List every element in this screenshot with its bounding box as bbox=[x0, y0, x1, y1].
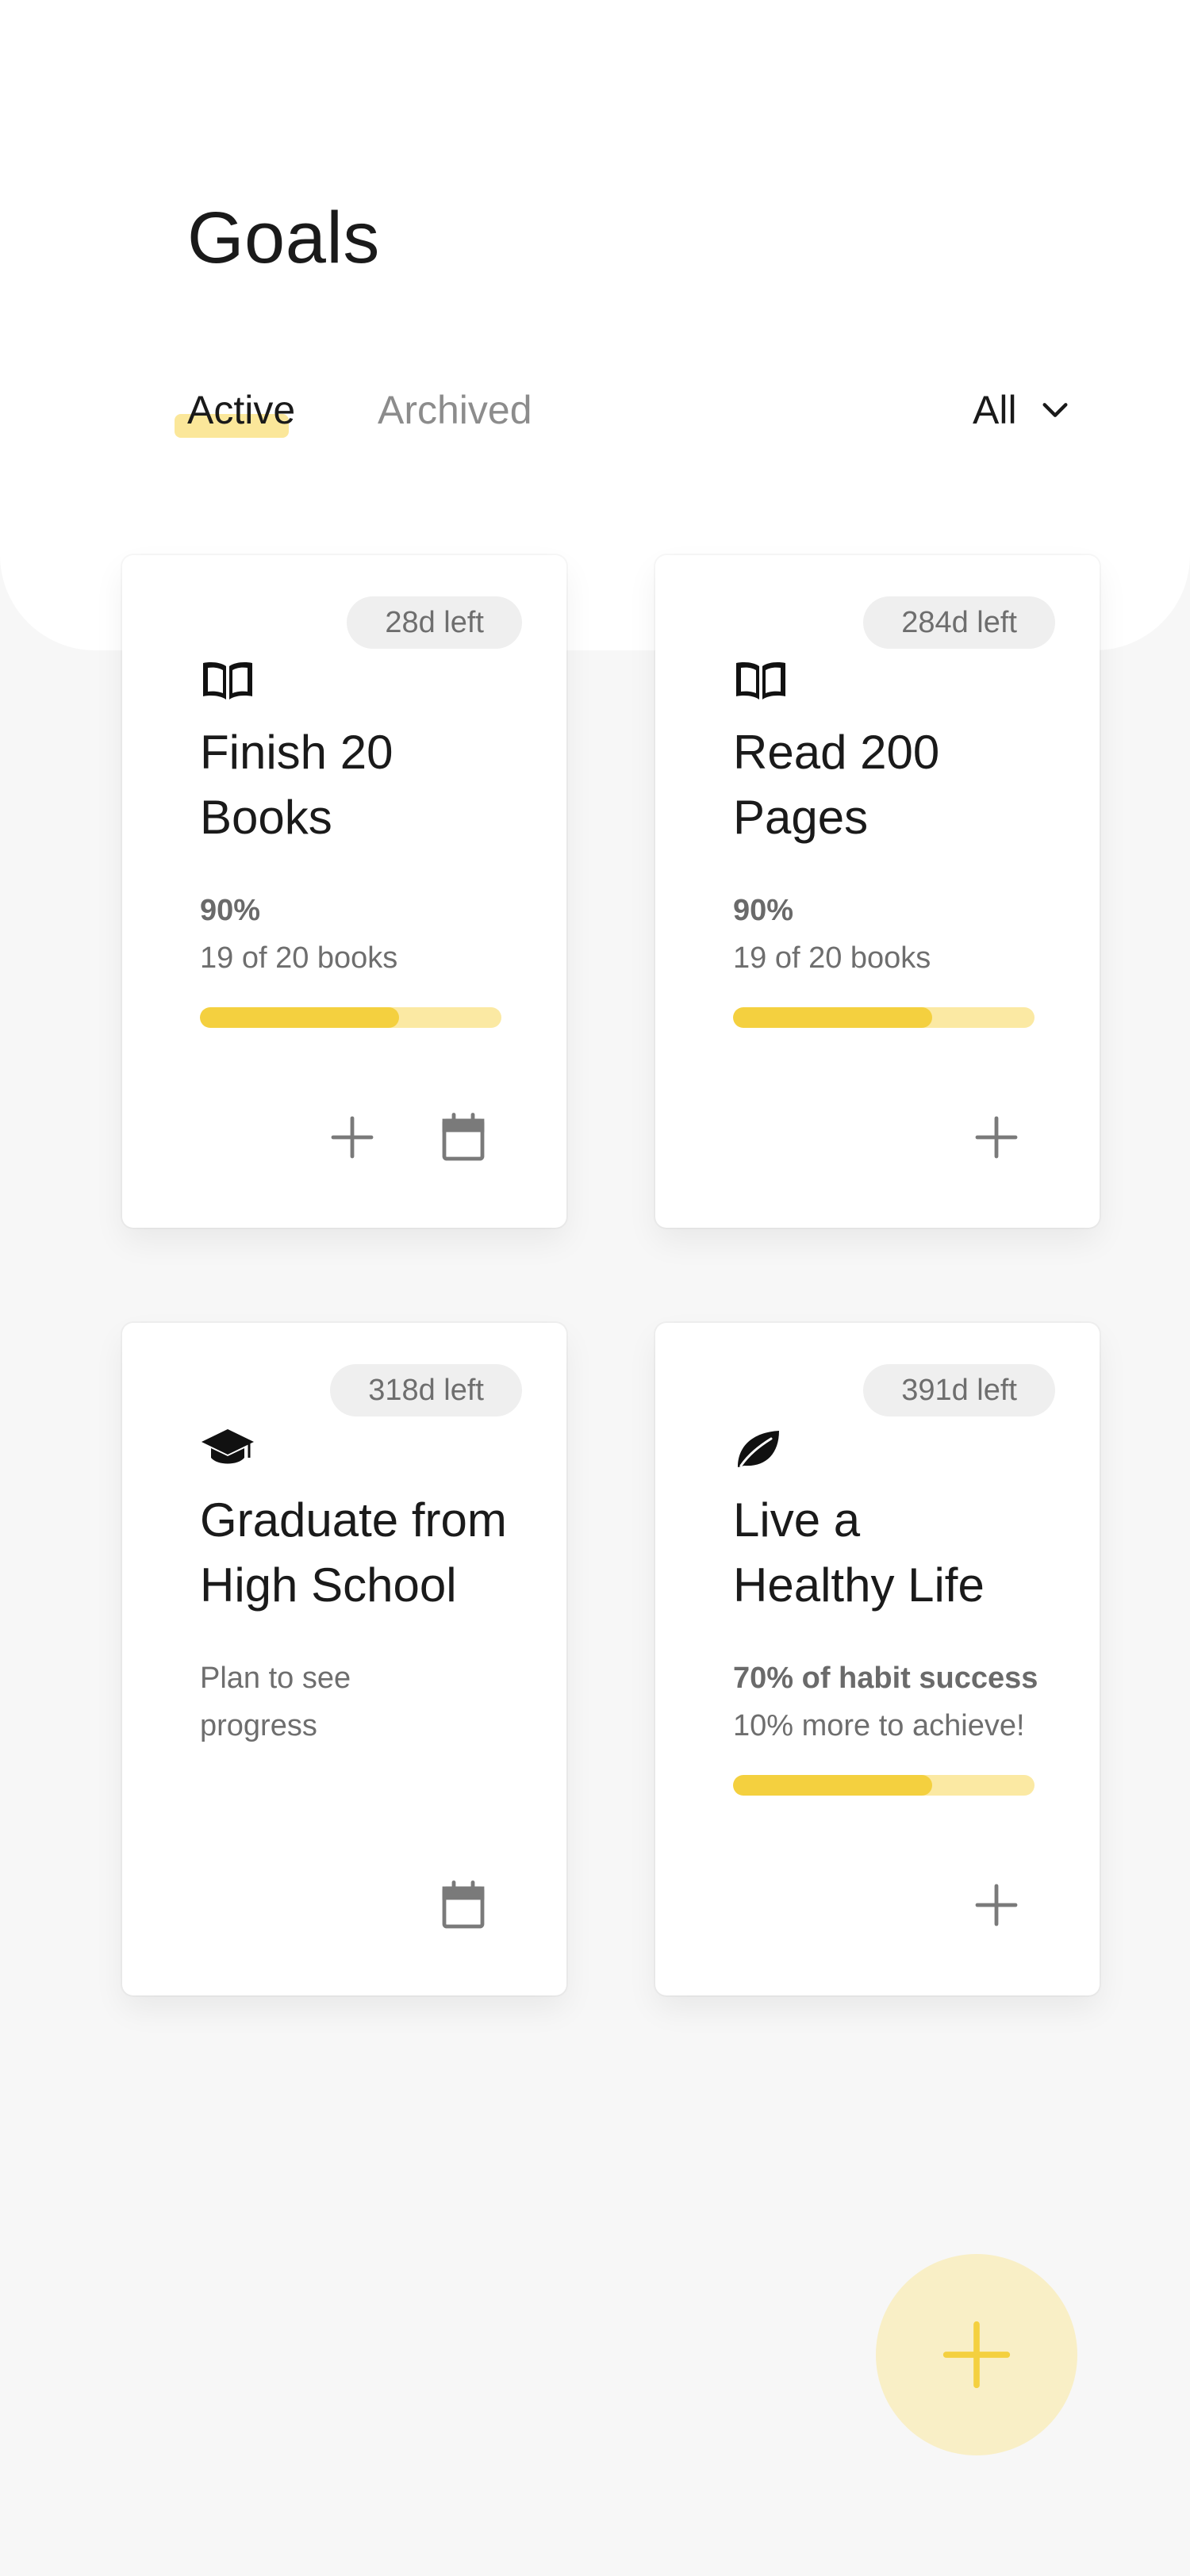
goal-title-line: Books bbox=[200, 791, 332, 844]
calendar-icon bbox=[442, 1113, 485, 1161]
days-left-badge: 318d left bbox=[330, 1364, 522, 1416]
goal-stats: 90% 19 of 20 books bbox=[733, 887, 931, 982]
tab-active[interactable]: Active bbox=[175, 387, 296, 438]
habit-remaining-text: 10% more to achieve! bbox=[733, 1709, 1025, 1742]
goal-title-line: Pages bbox=[733, 791, 869, 844]
progress-fill bbox=[733, 1775, 932, 1796]
goal-stats: 70% of habit success 10% more to achieve… bbox=[733, 1654, 1038, 1750]
days-left-badge: 391d left bbox=[863, 1364, 1055, 1416]
goal-card[interactable]: 284d left Read 200 Pages 90% 19 of 20 bo… bbox=[655, 555, 1100, 1228]
filter-label: All bbox=[973, 388, 1017, 432]
days-left-badge: 284d left bbox=[863, 596, 1055, 649]
schedule-button[interactable] bbox=[432, 1106, 495, 1169]
goal-title-line: Healthy Life bbox=[733, 1558, 985, 1612]
add-goal-button[interactable] bbox=[876, 2254, 1077, 2455]
plus-icon bbox=[331, 1116, 374, 1159]
tab-label: Archived bbox=[378, 388, 532, 432]
calendar-icon bbox=[442, 1880, 485, 1929]
goals-screen: Goals Active Archived All 28d left Finis… bbox=[0, 0, 1190, 2576]
goal-title: Read 200 Pages bbox=[733, 720, 1082, 850]
goal-card[interactable]: 318d left Graduate from High School Plan… bbox=[122, 1323, 566, 1995]
add-progress-button[interactable] bbox=[965, 1873, 1028, 1937]
tab-label: Active bbox=[187, 388, 296, 432]
goal-title-line: High School bbox=[200, 1558, 457, 1612]
page-title: Goals bbox=[187, 197, 380, 278]
plus-icon bbox=[942, 2321, 1011, 2389]
goal-title: Finish 20 Books bbox=[200, 720, 549, 850]
header: Goals Active Archived All bbox=[0, 0, 1190, 650]
add-progress-button[interactable] bbox=[321, 1106, 384, 1169]
filter-dropdown[interactable]: All bbox=[973, 387, 1071, 433]
goal-plan-text: Plan to see bbox=[200, 1662, 351, 1695]
progress-fill bbox=[200, 1007, 399, 1028]
progress-bar bbox=[200, 1007, 501, 1028]
goal-stats: Plan to see progress bbox=[200, 1654, 351, 1750]
tab-archived[interactable]: Archived bbox=[378, 387, 532, 433]
progress-bar bbox=[733, 1775, 1035, 1796]
chevron-down-icon bbox=[1042, 403, 1068, 417]
add-progress-button[interactable] bbox=[965, 1106, 1028, 1169]
progress-fill bbox=[733, 1007, 932, 1028]
goal-stats: 90% 19 of 20 books bbox=[200, 887, 397, 982]
days-left-badge: 28d left bbox=[347, 596, 522, 649]
plus-icon bbox=[975, 1884, 1018, 1926]
goal-title-line: Read 200 bbox=[733, 726, 940, 779]
progress-bar bbox=[733, 1007, 1035, 1028]
schedule-button[interactable] bbox=[432, 1873, 495, 1937]
goal-title-line: Graduate from bbox=[200, 1493, 507, 1547]
goal-progress-text: 19 of 20 books bbox=[733, 941, 931, 975]
goal-percent: 90% bbox=[733, 894, 794, 927]
goal-title-line: Live a bbox=[733, 1493, 861, 1547]
habit-success-text: 70% of habit success bbox=[733, 1662, 1038, 1695]
goal-plan-text: progress bbox=[200, 1709, 317, 1742]
goal-title: Live a Healthy Life bbox=[733, 1488, 1082, 1618]
goal-progress-text: 19 of 20 books bbox=[200, 941, 398, 975]
goal-percent: 90% bbox=[200, 894, 261, 927]
book-icon bbox=[203, 662, 252, 700]
goal-title-line: Finish 20 bbox=[200, 726, 393, 779]
book-icon bbox=[736, 662, 785, 700]
plus-icon bbox=[975, 1116, 1018, 1159]
graduation-cap-icon bbox=[202, 1429, 254, 1464]
goal-card[interactable]: 391d left Live a Healthy Life 70% of hab… bbox=[655, 1323, 1100, 1995]
goal-card[interactable]: 28d left Finish 20 Books 90% 19 of 20 bo… bbox=[122, 555, 566, 1228]
goal-title: Graduate from High School bbox=[200, 1488, 549, 1618]
leaf-icon bbox=[738, 1431, 779, 1467]
